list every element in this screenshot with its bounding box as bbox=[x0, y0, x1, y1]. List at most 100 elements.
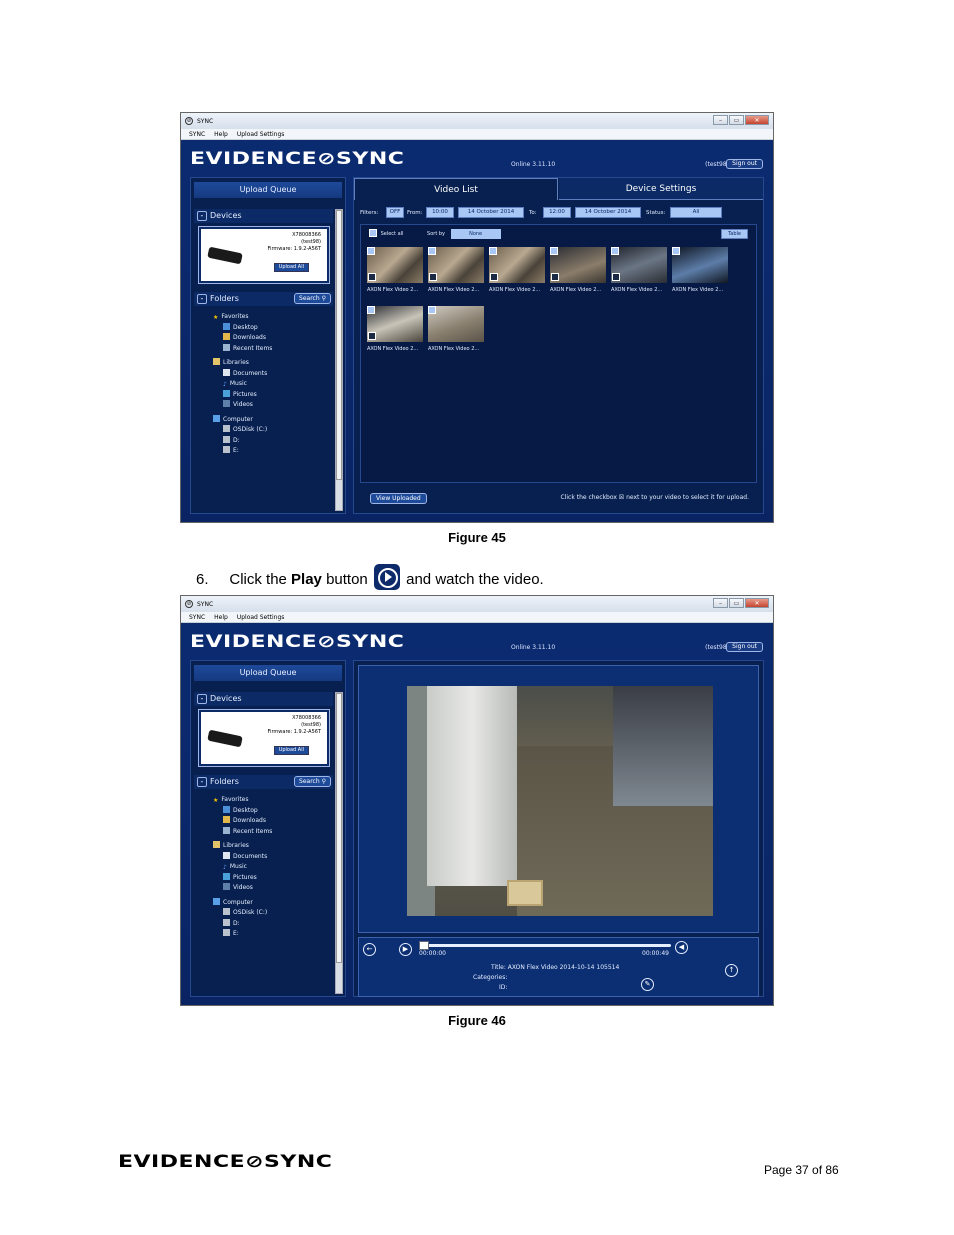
collapse-icon[interactable]: - bbox=[197, 294, 207, 304]
tree-item[interactable]: Pictures bbox=[199, 389, 329, 401]
video-thumbnail[interactable]: AXON Flex Video 2... bbox=[550, 247, 606, 295]
tree-item[interactable]: Downloads bbox=[199, 816, 329, 827]
filter-toggle[interactable]: OFF bbox=[386, 207, 404, 218]
tree-item[interactable]: D: bbox=[199, 918, 329, 930]
folders-header[interactable]: - Folders Search ⚲ bbox=[194, 775, 333, 789]
video-frame[interactable] bbox=[407, 686, 713, 916]
tree-item[interactable]: Documents bbox=[199, 851, 329, 863]
play-button[interactable]: ▶ bbox=[399, 943, 412, 956]
edit-icon[interactable] bbox=[551, 273, 559, 281]
tree-item[interactable]: D: bbox=[199, 435, 329, 447]
tree-item[interactable]: ♪ Music bbox=[199, 379, 329, 390]
tree-item[interactable]: Downloads bbox=[199, 333, 329, 344]
back-icon[interactable]: ← bbox=[363, 943, 376, 956]
devices-header[interactable]: - Devices bbox=[194, 209, 333, 223]
video-checkbox[interactable] bbox=[672, 247, 680, 255]
tab-video-list[interactable]: Video List bbox=[354, 178, 558, 200]
video-checkbox[interactable] bbox=[367, 247, 375, 255]
tab-device-settings[interactable]: Device Settings bbox=[559, 178, 763, 200]
devices-header[interactable]: - Devices bbox=[194, 692, 333, 706]
video-checkbox[interactable] bbox=[489, 247, 497, 255]
edit-icon[interactable] bbox=[612, 273, 620, 281]
view-uploaded-button[interactable]: View Uploaded bbox=[370, 493, 427, 504]
tree-item[interactable]: ♪ Music bbox=[199, 862, 329, 873]
sign-out-button[interactable]: Sign out bbox=[726, 159, 763, 169]
video-checkbox[interactable] bbox=[550, 247, 558, 255]
tree-item[interactable]: OSDisk (C:) bbox=[199, 425, 329, 436]
upload-all-button[interactable]: Upload All bbox=[273, 746, 309, 755]
tree-item[interactable]: Desktop bbox=[199, 805, 329, 817]
maximize-button[interactable]: ▭ bbox=[729, 115, 744, 125]
tree-item[interactable]: Videos bbox=[199, 883, 329, 894]
tree-item[interactable]: E: bbox=[199, 446, 329, 457]
edit-icon[interactable] bbox=[429, 273, 437, 281]
menu-upload-settings[interactable]: Upload Settings bbox=[237, 131, 285, 138]
tree-item[interactable]: Desktop bbox=[199, 322, 329, 334]
video-checkbox[interactable] bbox=[611, 247, 619, 255]
tree-item[interactable]: Libraries bbox=[199, 358, 329, 369]
menu-sync[interactable]: SYNC bbox=[189, 131, 205, 138]
upload-queue-header[interactable]: Upload Queue bbox=[194, 182, 342, 198]
video-thumbnail[interactable]: AXON Flex Video 2... bbox=[611, 247, 667, 295]
video-thumbnail[interactable]: AXON Flex Video 2... bbox=[428, 306, 484, 354]
menu-help[interactable]: Help bbox=[214, 131, 228, 138]
device-card[interactable]: X78008366 (test98) Firmware: 1.9.2-A56T … bbox=[198, 226, 330, 284]
scroll-thumb[interactable] bbox=[336, 693, 342, 963]
minimize-button[interactable]: – bbox=[713, 115, 728, 125]
collapse-icon[interactable]: - bbox=[197, 777, 207, 787]
video-checkbox[interactable] bbox=[428, 306, 436, 314]
to-time-field[interactable]: 12:00 bbox=[543, 207, 571, 218]
video-thumbnail[interactable]: AXON Flex Video 2... bbox=[672, 247, 728, 295]
video-thumbnail[interactable]: AXON Flex Video 2... bbox=[367, 247, 423, 295]
search-button[interactable]: Search ⚲ bbox=[294, 776, 331, 787]
video-checkbox[interactable] bbox=[367, 306, 375, 314]
tree-item[interactable]: Recent Items bbox=[199, 826, 329, 838]
minimize-button[interactable]: – bbox=[713, 598, 728, 608]
video-thumbnail[interactable]: AXON Flex Video 2... bbox=[489, 247, 545, 295]
upload-queue-header[interactable]: Upload Queue bbox=[194, 665, 342, 681]
table-view-button[interactable]: Table bbox=[721, 229, 748, 239]
upload-all-button[interactable]: Upload All bbox=[273, 263, 309, 272]
edit-icon[interactable]: ✎ bbox=[641, 978, 654, 991]
tree-item[interactable]: Videos bbox=[199, 400, 329, 411]
edit-icon[interactable] bbox=[490, 273, 498, 281]
select-all-checkbox[interactable] bbox=[369, 229, 377, 237]
tree-item[interactable]: Computer bbox=[199, 414, 329, 426]
video-checkbox[interactable] bbox=[428, 247, 436, 255]
close-button[interactable]: ✕ bbox=[745, 598, 769, 608]
left-scrollbar[interactable] bbox=[335, 692, 343, 994]
edit-icon[interactable] bbox=[368, 332, 376, 340]
device-card[interactable]: X78008366 (test98) Firmware: 1.9.2-A56T … bbox=[198, 709, 330, 767]
left-scrollbar[interactable] bbox=[335, 209, 343, 511]
tree-item[interactable]: Libraries bbox=[199, 841, 329, 852]
search-button[interactable]: Search ⚲ bbox=[294, 293, 331, 304]
menu-help[interactable]: Help bbox=[214, 614, 228, 621]
sign-out-button[interactable]: Sign out bbox=[726, 642, 763, 652]
to-date-field[interactable]: 14 October 2014 bbox=[575, 207, 641, 218]
status-select[interactable]: All bbox=[670, 207, 722, 218]
edit-icon[interactable] bbox=[368, 273, 376, 281]
video-thumbnail[interactable]: AXON Flex Video 2... bbox=[367, 306, 423, 354]
folders-header[interactable]: - Folders Search ⚲ bbox=[194, 292, 333, 306]
tree-item[interactable]: E: bbox=[199, 929, 329, 940]
from-time-field[interactable]: 10:00 bbox=[426, 207, 454, 218]
tree-item[interactable]: Pictures bbox=[199, 872, 329, 884]
scroll-thumb[interactable] bbox=[336, 210, 342, 480]
close-button[interactable]: ✕ bbox=[745, 115, 769, 125]
menu-upload-settings[interactable]: Upload Settings bbox=[237, 614, 285, 621]
tree-item[interactable]: Documents bbox=[199, 368, 329, 380]
volume-icon[interactable]: ◀ bbox=[675, 941, 688, 954]
sort-by-select[interactable]: None bbox=[450, 229, 501, 239]
maximize-button[interactable]: ▭ bbox=[729, 598, 744, 608]
from-date-field[interactable]: 14 October 2014 bbox=[458, 207, 524, 218]
tree-item[interactable]: Computer bbox=[199, 897, 329, 909]
collapse-icon[interactable]: - bbox=[197, 694, 207, 704]
tree-item[interactable]: ★ Favorites bbox=[199, 312, 329, 323]
collapse-icon[interactable]: - bbox=[197, 211, 207, 221]
tree-item[interactable]: OSDisk (C:) bbox=[199, 908, 329, 919]
tree-item[interactable]: Recent Items bbox=[199, 343, 329, 355]
video-thumbnail[interactable]: AXON Flex Video 2... bbox=[428, 247, 484, 295]
seek-knob[interactable] bbox=[419, 941, 429, 950]
upload-icon[interactable]: ↑ bbox=[725, 964, 738, 977]
menu-sync[interactable]: SYNC bbox=[189, 614, 205, 621]
